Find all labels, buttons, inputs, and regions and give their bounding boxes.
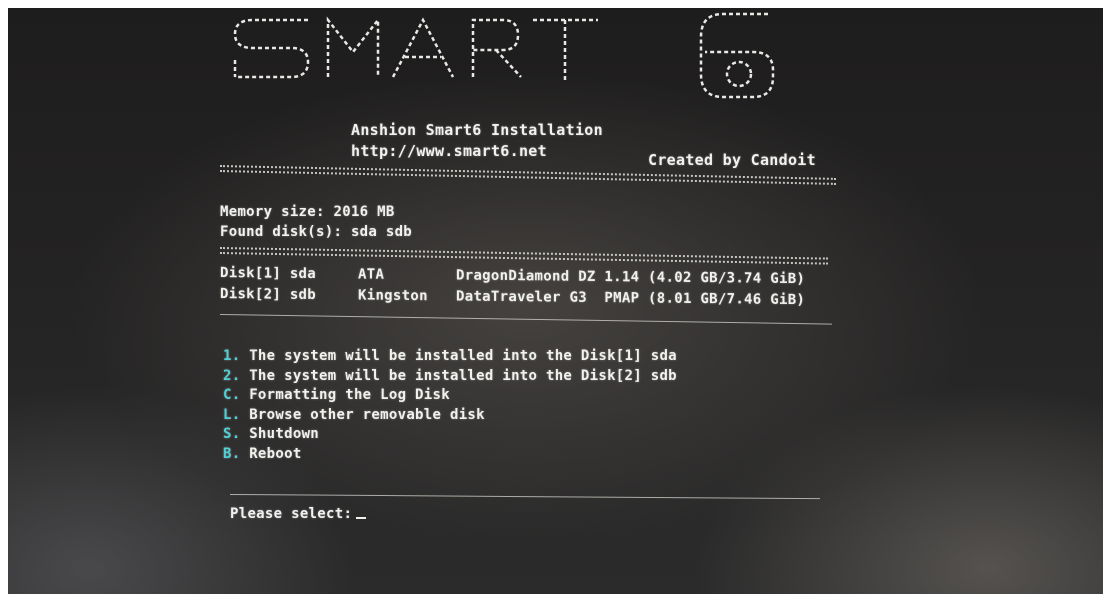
menu-label: Formatting the Log Disk xyxy=(249,387,450,403)
menu-key: B. xyxy=(223,446,241,462)
prompt-label: Please select: xyxy=(230,506,353,522)
disk-model: DataTraveler G3 PMAP (8.01 GB/7.46 GiB) xyxy=(456,288,806,309)
disk-id: Disk[1] sda xyxy=(220,265,317,283)
text-cursor xyxy=(356,517,367,519)
memory-value: 2016 MB xyxy=(333,204,395,220)
disk-row: Disk[1] sda ATA DragonDiamond DZ 1.14 (4.0… xyxy=(220,265,805,287)
menu-key: C. xyxy=(223,387,241,403)
credit-text: Created by Candoit xyxy=(648,151,816,169)
disk-row: Disk[2] sdb Kingston DataTraveler G3 PMAP … xyxy=(220,286,805,308)
menu-option-browse-disk[interactable]: L. Browse other removable disk xyxy=(223,407,485,423)
menu-key: 1. xyxy=(223,348,241,364)
menu-option-install-disk2[interactable]: 2. The system will be installed into the… xyxy=(223,368,677,384)
website-url: http://www.smart6.net xyxy=(351,142,547,160)
menu-label: Reboot xyxy=(249,446,302,462)
prompt-divider xyxy=(229,494,820,500)
menu-label: Browse other removable disk xyxy=(249,407,485,423)
menu-label: The system will be installed into the Di… xyxy=(249,368,677,384)
menu-divider xyxy=(219,314,832,325)
smart6-logo xyxy=(233,12,775,99)
menu-option-reboot[interactable]: B. Reboot xyxy=(223,446,302,462)
disk-vendor: ATA xyxy=(358,266,385,283)
menu-option-install-disk1[interactable]: 1. The system will be installed into the… xyxy=(223,348,677,364)
memory-label: Memory size: xyxy=(220,204,325,220)
menu-key: S. xyxy=(223,426,241,442)
disks-label: Found disk(s): xyxy=(220,224,343,240)
terminal-screen: Anshion Smart6 Installation http://www.s… xyxy=(8,8,1103,594)
disk-vendor: Kingston xyxy=(358,287,428,305)
disks-value: sda sdb xyxy=(350,224,413,240)
disks-line: Found disk(s): sda sdb xyxy=(220,224,412,240)
install-title: Anshion Smart6 Installation xyxy=(351,121,603,139)
menu-option-format-log[interactable]: C. Formatting the Log Disk xyxy=(223,387,450,403)
menu-label: The system will be installed into the Di… xyxy=(249,348,677,364)
select-prompt[interactable]: Please select: xyxy=(230,506,367,522)
menu-option-shutdown[interactable]: S. Shutdown xyxy=(223,426,319,442)
menu-key: 2. xyxy=(223,368,241,384)
memory-line: Memory size: 2016 MB xyxy=(220,204,395,220)
disk-id: Disk[2] sdb xyxy=(220,286,317,304)
disk-model: DragonDiamond DZ 1.14 (4.02 GB/3.74 GiB) xyxy=(456,267,806,288)
menu-label: Shutdown xyxy=(249,426,320,442)
menu-key: L. xyxy=(223,407,241,423)
